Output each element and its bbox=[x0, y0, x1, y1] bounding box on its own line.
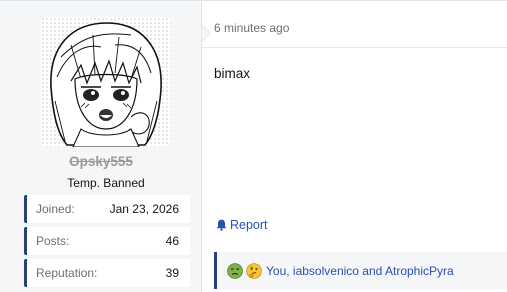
user-title: Temp. Banned bbox=[67, 176, 145, 190]
bell-icon bbox=[216, 219, 227, 231]
stat-posts: Posts: 46 bbox=[24, 227, 190, 255]
sick-face-icon[interactable] bbox=[227, 262, 243, 279]
reactions-bar: You, iabsolvenico and AtrophicPyra bbox=[214, 252, 507, 289]
username[interactable]: Opsky555 bbox=[0, 154, 202, 169]
forum-post: Opsky555 Temp. Banned Joined: Jan 23, 20… bbox=[0, 0, 507, 292]
user-arrow bbox=[202, 25, 210, 41]
post-timestamp[interactable]: 6 minutes ago bbox=[214, 21, 289, 35]
stat-value: 39 bbox=[165, 266, 179, 280]
stat-value: Jan 23, 2026 bbox=[109, 202, 179, 216]
stat-label: Reputation: bbox=[36, 266, 98, 280]
report-label: Report bbox=[230, 218, 268, 232]
reaction-users-link[interactable]: You, iabsolvenico and AtrophicPyra bbox=[266, 264, 454, 278]
post-user-column: Opsky555 Temp. Banned Joined: Jan 23, 20… bbox=[0, 1, 202, 292]
report-button[interactable]: Report bbox=[216, 218, 268, 232]
stat-reputation: Reputation: 39 bbox=[24, 259, 190, 287]
stat-value: 46 bbox=[165, 234, 179, 248]
divider bbox=[202, 47, 507, 48]
thinking-face-icon[interactable] bbox=[246, 262, 262, 279]
stat-label: Joined: bbox=[36, 202, 75, 216]
stat-joined: Joined: Jan 23, 2026 bbox=[24, 195, 190, 223]
post-message: bimax bbox=[214, 66, 251, 81]
avatar-image bbox=[41, 17, 171, 147]
stat-label: Posts: bbox=[36, 234, 70, 248]
avatar[interactable] bbox=[41, 17, 171, 147]
